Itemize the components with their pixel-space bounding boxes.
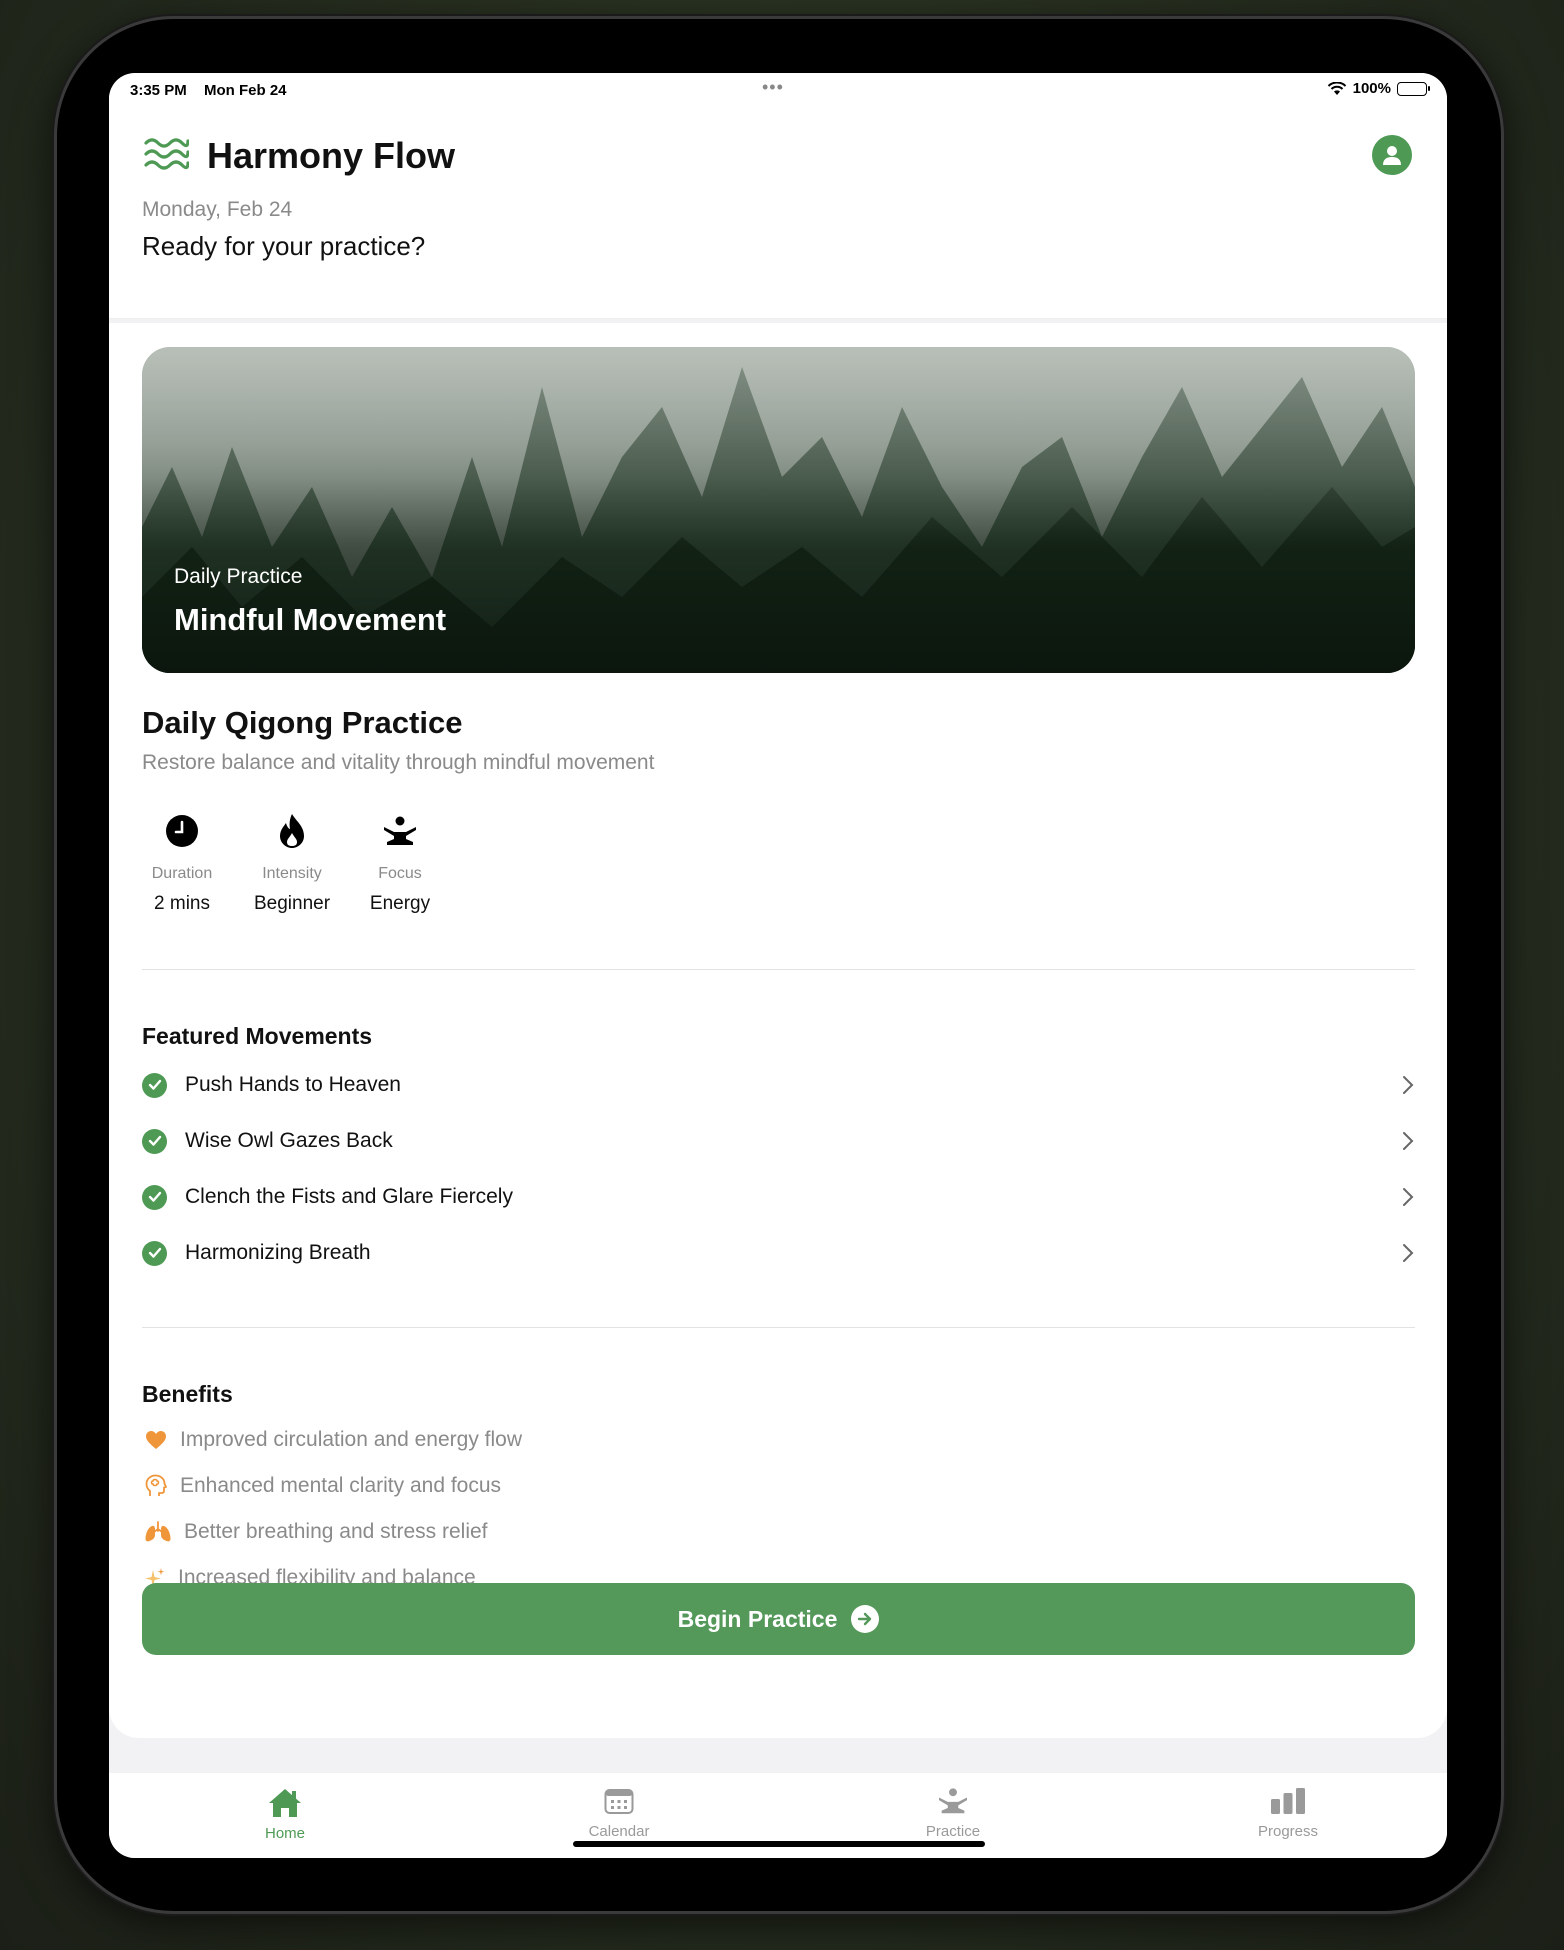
divider xyxy=(142,1327,1415,1328)
stat-label: Focus xyxy=(378,865,422,882)
waves-icon xyxy=(144,138,189,170)
multitasking-dots[interactable]: ••• xyxy=(762,77,784,98)
house-icon xyxy=(265,1783,305,1823)
movement-item[interactable]: Clench the Fists and Glare Fiercely xyxy=(142,1177,1415,1217)
checkmark-circle-icon xyxy=(142,1072,167,1098)
hero-card[interactable]: Daily Practice Mindful Movement xyxy=(142,347,1415,673)
benefit-label: Improved circulation and energy flow xyxy=(180,1428,523,1451)
app-title: Harmony Flow xyxy=(207,135,456,176)
chevron-right-icon xyxy=(1403,1132,1414,1150)
hero-title: Mindful Movement xyxy=(174,602,447,637)
benefits-title: Benefits xyxy=(142,1381,233,1407)
tab-home[interactable]: Home xyxy=(185,1773,385,1842)
chevron-right-icon xyxy=(1403,1076,1414,1094)
movement-label: Wise Owl Gazes Back xyxy=(185,1129,393,1152)
movement-item[interactable]: Wise Owl Gazes Back xyxy=(142,1121,1415,1161)
begin-practice-label: Begin Practice xyxy=(677,1605,838,1632)
meditation-icon xyxy=(382,813,418,849)
benefit-label: Enhanced mental clarity and focus xyxy=(180,1474,502,1497)
benefit-label: Better breathing and stress relief xyxy=(184,1520,488,1543)
benefit-item: Better breathing and stress relief xyxy=(142,1516,488,1548)
stat-label: Duration xyxy=(151,865,213,882)
flame-icon xyxy=(274,813,310,849)
tab-calendar[interactable]: Calendar xyxy=(519,1773,719,1840)
brain-head-icon xyxy=(142,1472,170,1500)
movement-label: Harmonizing Breath xyxy=(185,1241,371,1264)
battery-percent: 100% xyxy=(1352,80,1391,97)
tab-label: Home xyxy=(264,1825,305,1842)
home-indicator[interactable] xyxy=(573,1841,985,1847)
divider xyxy=(142,969,1415,970)
stat-intensity: Intensity Beginner xyxy=(237,813,347,915)
clock-icon xyxy=(164,813,200,849)
checkmark-circle-icon xyxy=(142,1128,167,1154)
checkmark-circle-icon xyxy=(142,1184,167,1210)
status-bar: 3:35 PM Mon Feb 24 ••• 100% xyxy=(109,73,1447,107)
app-screen: 3:35 PM Mon Feb 24 ••• 100% Harmony Flow xyxy=(109,73,1447,1858)
header-date: Monday, Feb 24 xyxy=(142,198,293,221)
tab-label: Progress xyxy=(1257,1823,1319,1840)
movement-label: Clench the Fists and Glare Fiercely xyxy=(185,1185,513,1208)
bar-chart-icon xyxy=(1268,1781,1308,1821)
status-date: Mon Feb 24 xyxy=(204,82,287,99)
lungs-icon xyxy=(142,1518,174,1546)
profile-button[interactable] xyxy=(1372,135,1412,175)
greeting: Ready for your practice? xyxy=(142,231,426,261)
battery-icon xyxy=(1397,81,1430,96)
tab-label: Calendar xyxy=(588,1823,650,1840)
practice-description: Restore balance and vitality through min… xyxy=(142,751,655,774)
tab-label: Practice xyxy=(925,1823,981,1840)
meditation-icon xyxy=(933,1781,973,1821)
begin-practice-button[interactable]: Begin Practice xyxy=(142,1583,1415,1655)
benefit-item: Enhanced mental clarity and focus xyxy=(142,1470,501,1502)
chevron-right-icon xyxy=(1403,1188,1414,1206)
tab-progress[interactable]: Progress xyxy=(1188,1773,1388,1840)
status-right: 100% xyxy=(1327,80,1430,97)
practice-title: Daily Qigong Practice xyxy=(142,705,463,740)
benefit-item: Improved circulation and energy flow xyxy=(142,1424,522,1456)
wifi-icon xyxy=(1327,81,1346,95)
stat-focus: Focus Energy xyxy=(345,813,455,915)
chevron-right-icon xyxy=(1403,1244,1414,1262)
featured-title: Featured Movements xyxy=(142,1023,373,1049)
arrow-right-circle-icon xyxy=(851,1605,880,1633)
stat-label: Intensity xyxy=(262,865,322,882)
movement-label: Push Hands to Heaven xyxy=(185,1073,401,1096)
stat-duration: Duration 2 mins xyxy=(127,813,237,915)
hero-subtitle: Daily Practice xyxy=(174,565,303,588)
stat-value: 2 mins xyxy=(154,893,210,914)
stat-value: Energy xyxy=(369,893,431,914)
person-circle-icon xyxy=(1383,146,1401,165)
movement-item[interactable]: Push Hands to Heaven xyxy=(142,1065,1415,1105)
tab-practice[interactable]: Practice xyxy=(853,1773,1053,1840)
calendar-icon xyxy=(599,1781,639,1821)
status-time: 3:35 PM xyxy=(130,82,187,99)
header: Harmony Flow Monday, Feb 24 Ready for yo… xyxy=(109,107,1447,319)
checkmark-circle-icon xyxy=(142,1240,167,1266)
movement-item[interactable]: Harmonizing Breath xyxy=(142,1233,1415,1273)
heart-icon xyxy=(142,1426,170,1454)
main-content: Daily Practice Mindful Movement Daily Qi… xyxy=(109,323,1447,1738)
stat-value: Beginner xyxy=(253,893,331,914)
